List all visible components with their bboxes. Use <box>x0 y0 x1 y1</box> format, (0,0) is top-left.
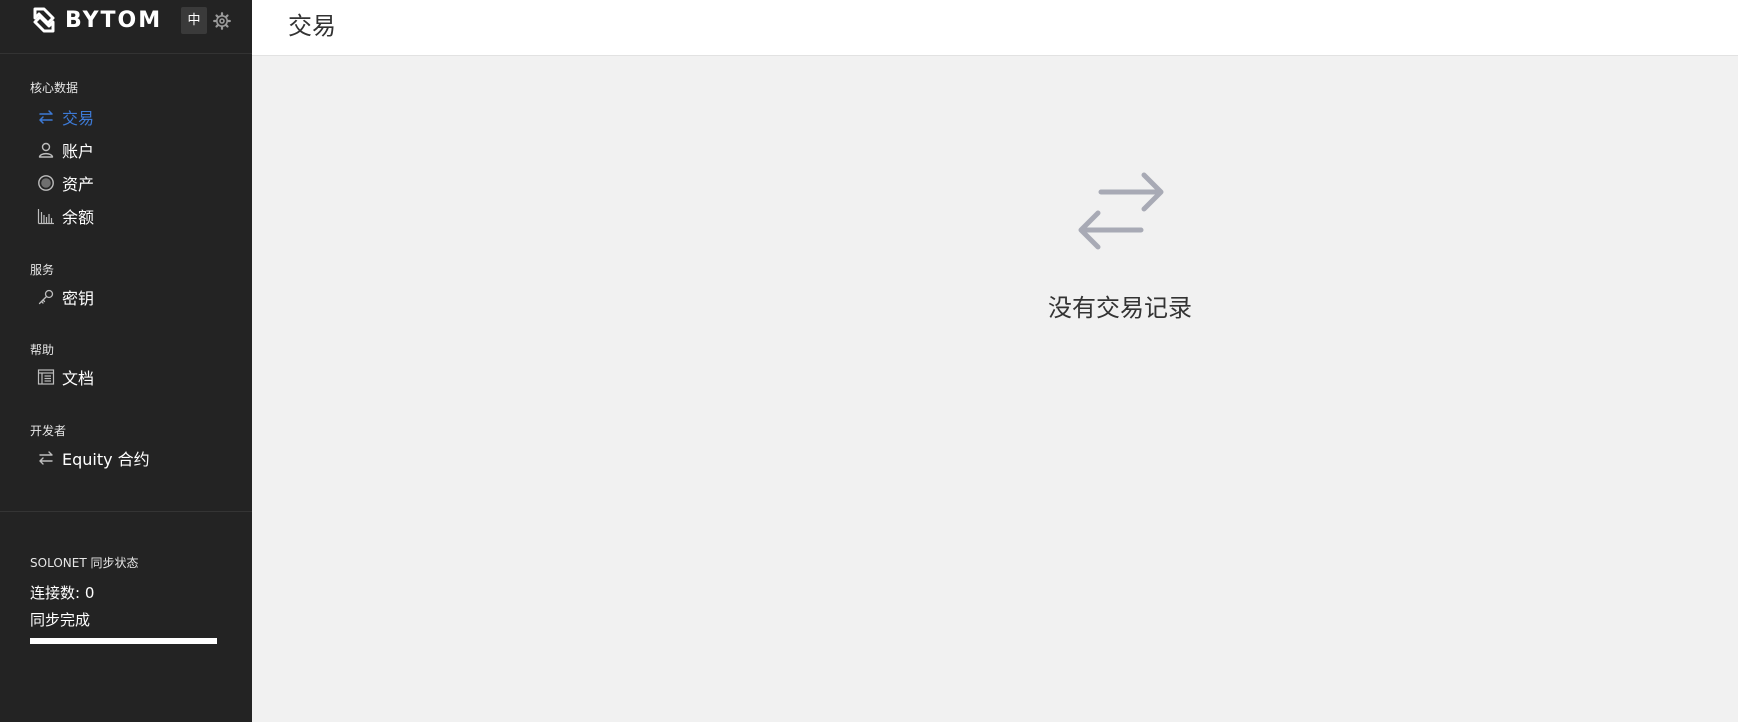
document-icon <box>37 369 55 385</box>
section-title-services: 服务 <box>30 263 55 277</box>
app-window: BYTOM 中 核心数据 交易 账户 资产 余额 服务 密钥 帮助 文档 开发者… <box>0 0 1738 722</box>
section-title-help: 帮助 <box>30 343 55 357</box>
bytom-logo[interactable]: BYTOM <box>29 5 162 35</box>
sidebar-item-transactions[interactable]: 交易 <box>30 104 94 130</box>
asset-circle-icon <box>38 175 54 191</box>
sync-status-text: 同步完成 <box>30 611 91 629</box>
empty-state-message: 没有交易记录 <box>1048 294 1192 322</box>
sidebar-item-accounts[interactable]: 账户 <box>30 137 94 163</box>
sidebar-item-label: 密钥 <box>62 289 95 308</box>
sync-progress-bar <box>30 638 217 644</box>
transfer-arrows-icon <box>1078 172 1164 250</box>
language-switch-button[interactable]: 中 <box>181 7 207 34</box>
sync-status-title: SOLONET 同步状态 <box>30 556 139 570</box>
sidebar-item-label: 余额 <box>62 208 95 227</box>
sidebar-item-label: 账户 <box>62 142 95 161</box>
sidebar-item-label: 交易 <box>62 109 95 128</box>
sidebar-item-docs[interactable]: 文档 <box>30 364 94 390</box>
transfer-arrows-icon <box>39 451 53 465</box>
bytom-logo-icon <box>33 7 55 33</box>
sidebar-item-equity-contract[interactable]: Equity 合约 <box>30 445 150 471</box>
sidebar-item-assets[interactable]: 资产 <box>30 170 94 196</box>
sidebar-header: BYTOM 中 <box>0 0 252 54</box>
page-title: 交易 <box>288 12 336 40</box>
sync-progress-fill <box>30 638 217 644</box>
connection-count: 连接数: 0 <box>30 584 95 602</box>
sidebar-item-label: 文档 <box>62 369 95 388</box>
gear-icon[interactable] <box>213 12 231 30</box>
transfer-arrows-icon <box>39 110 53 124</box>
sidebar-divider <box>0 511 252 512</box>
sidebar-item-label: 资产 <box>62 175 95 194</box>
section-title-developer: 开发者 <box>30 424 67 438</box>
section-title-core-data: 核心数据 <box>30 81 79 95</box>
user-icon <box>38 142 54 158</box>
sidebar-item-label: Equity 合约 <box>62 450 150 469</box>
sidebar-item-balances[interactable]: 余额 <box>30 203 94 229</box>
key-icon <box>38 289 54 305</box>
sidebar: BYTOM 中 核心数据 交易 账户 资产 余额 服务 密钥 帮助 文档 开发者… <box>0 0 252 722</box>
brand-name: BYTOM <box>65 7 163 33</box>
top-bar: 交易 <box>252 0 1738 56</box>
sidebar-item-keys[interactable]: 密钥 <box>30 284 94 310</box>
bar-chart-icon <box>37 209 54 225</box>
